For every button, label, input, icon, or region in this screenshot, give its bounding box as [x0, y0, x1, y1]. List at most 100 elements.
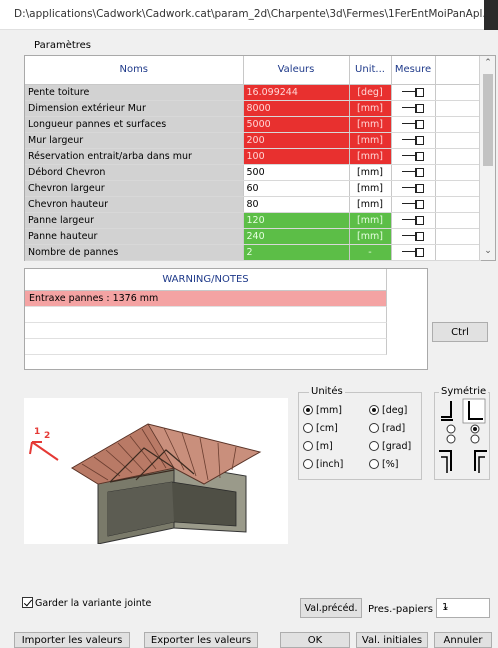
table-row[interactable]: Chevron hauteur 80 [mm] [25, 196, 481, 213]
measure-icon[interactable] [402, 247, 424, 257]
params-label: Paramètres [34, 40, 92, 51]
radio-dot[interactable] [369, 405, 379, 415]
table-row[interactable]: Réservation entrait/arba dans mur 100 [mm] [25, 148, 481, 165]
param-value[interactable]: 240 [243, 228, 350, 245]
val-preced-button[interactable]: Val.précéd. [300, 598, 362, 618]
cancel-button[interactable]: Annuler [434, 632, 492, 648]
param-value[interactable]: 60 [243, 180, 350, 197]
column-header-value[interactable]: Valeurs [243, 56, 350, 85]
measure-icon[interactable] [402, 151, 424, 161]
measure-button[interactable] [391, 180, 436, 197]
svg-text:1: 1 [34, 427, 40, 437]
table-row[interactable]: Dimension extérieur Mur 8000 [mm] [25, 100, 481, 117]
param-value[interactable]: 8000 [243, 100, 350, 117]
unit-percent-radio[interactable]: [%] [369, 459, 398, 470]
warning-notes-table: WARNING/NOTES Entraxe pannes : 1376 mm [24, 268, 428, 370]
param-name: Pente toiture [25, 84, 244, 101]
param-value[interactable]: 500 [243, 164, 350, 181]
param-value[interactable]: 120 [243, 212, 350, 229]
radio-dot[interactable] [303, 405, 313, 415]
warning-row[interactable]: Entraxe pannes : 1376 mm [25, 291, 387, 307]
measure-button[interactable] [391, 164, 436, 181]
vertical-scrollbar[interactable]: ⌃ ⌄ [479, 56, 495, 260]
measure-button[interactable] [391, 212, 436, 229]
table-row[interactable]: Chevron largeur 60 [mm] [25, 180, 481, 197]
param-value[interactable]: 2 [243, 244, 350, 261]
measure-button[interactable] [391, 148, 436, 165]
measure-icon[interactable] [402, 167, 424, 177]
radio-dot[interactable] [303, 423, 313, 433]
param-value[interactable]: 5000 [243, 116, 350, 133]
table-row[interactable]: Panne hauteur 240 [mm] [25, 228, 481, 245]
unit-mm-radio[interactable]: [mm] [303, 405, 342, 416]
scroll-down-icon[interactable]: ⌄ [480, 246, 496, 260]
unit-grad-radio[interactable]: [grad] [369, 441, 411, 452]
unit-m-radio[interactable]: [m] [303, 441, 333, 452]
unit-inch-radio[interactable]: [inch] [303, 459, 343, 470]
measure-button[interactable] [391, 100, 436, 117]
table-row[interactable]: Débord Chevron 500 [mm] [25, 164, 481, 181]
param-unit: [mm] [349, 212, 392, 229]
import-values-button[interactable]: Importer les valeurs [14, 632, 130, 648]
param-value[interactable]: 16.099244 [243, 84, 350, 101]
column-header-unit[interactable]: Unit... [349, 56, 392, 85]
warning-second-column [387, 269, 427, 369]
table-row[interactable]: Mur largeur 200 [mm] [25, 132, 481, 149]
svg-text:2: 2 [44, 431, 50, 441]
empty-cell [435, 116, 481, 133]
scroll-up-icon[interactable]: ⌃ [480, 58, 496, 72]
keep-variant-checkbox[interactable]: Garder la variante jointe [22, 597, 151, 609]
clipboard-select[interactable]: 1 ⌄ [436, 598, 490, 618]
unit-cm-radio[interactable]: [cm] [303, 423, 338, 434]
radio-dot[interactable] [369, 459, 379, 469]
measure-button[interactable] [391, 116, 436, 133]
table-row[interactable]: Panne largeur 120 [mm] [25, 212, 481, 229]
ok-button[interactable]: OK [280, 632, 350, 648]
param-value[interactable]: 80 [243, 196, 350, 213]
symmetry-legend: Symétrie [439, 386, 489, 397]
measure-button[interactable] [391, 228, 436, 245]
radio-dot[interactable] [303, 459, 313, 469]
measure-icon[interactable] [402, 199, 424, 209]
radio-dot[interactable] [369, 441, 379, 451]
measure-icon[interactable] [402, 135, 424, 145]
column-header-empty [435, 56, 481, 85]
measure-icon[interactable] [402, 103, 424, 113]
param-unit: [mm] [349, 164, 392, 181]
scroll-thumb[interactable] [483, 74, 493, 166]
measure-button[interactable] [391, 196, 436, 213]
radio-dot[interactable] [303, 441, 313, 451]
column-header-measure[interactable]: Mesure [391, 56, 436, 85]
measure-icon[interactable] [402, 87, 424, 97]
param-unit: - [349, 244, 392, 261]
column-header-name[interactable]: Noms [25, 56, 244, 85]
measure-icon[interactable] [402, 215, 424, 225]
measure-icon[interactable] [402, 119, 424, 129]
table-row[interactable]: Nombre de pannes 2- [25, 244, 481, 261]
param-name: Débord Chevron [25, 164, 244, 181]
unit-rad-radio[interactable]: [rad] [369, 423, 405, 434]
param-value[interactable]: 100 [243, 148, 350, 165]
export-values-button[interactable]: Exporter les valeurs [144, 632, 258, 648]
chevron-down-icon[interactable]: ⌄ [442, 602, 483, 612]
initial-values-button[interactable]: Val. initiales [356, 632, 428, 648]
empty-cell [435, 244, 481, 261]
measure-button[interactable] [391, 244, 436, 261]
warning-text: Entraxe pannes : 1376 mm [29, 293, 159, 304]
close-button[interactable] [484, 0, 498, 30]
measure-button[interactable] [391, 132, 436, 149]
units-legend: Unités [309, 386, 345, 397]
measure-button[interactable] [391, 84, 436, 101]
symmetry-icon-bottom-right [474, 450, 487, 473]
measure-icon[interactable] [402, 183, 424, 193]
window-title: D:\applications\Cadwork\Cadwork.cat\para… [14, 8, 484, 20]
empty-cell [435, 212, 481, 229]
checkbox-checked-icon[interactable] [22, 597, 33, 608]
measure-icon[interactable] [402, 231, 424, 241]
radio-dot[interactable] [369, 423, 379, 433]
table-row[interactable]: Longueur pannes et surfaces 5000 [mm] [25, 116, 481, 133]
param-value[interactable]: 200 [243, 132, 350, 149]
ctrl-button[interactable]: Ctrl [432, 322, 488, 342]
unit-deg-radio[interactable]: [deg] [369, 405, 407, 416]
table-row[interactable]: Pente toiture 16.099244 [deg] [25, 84, 481, 101]
